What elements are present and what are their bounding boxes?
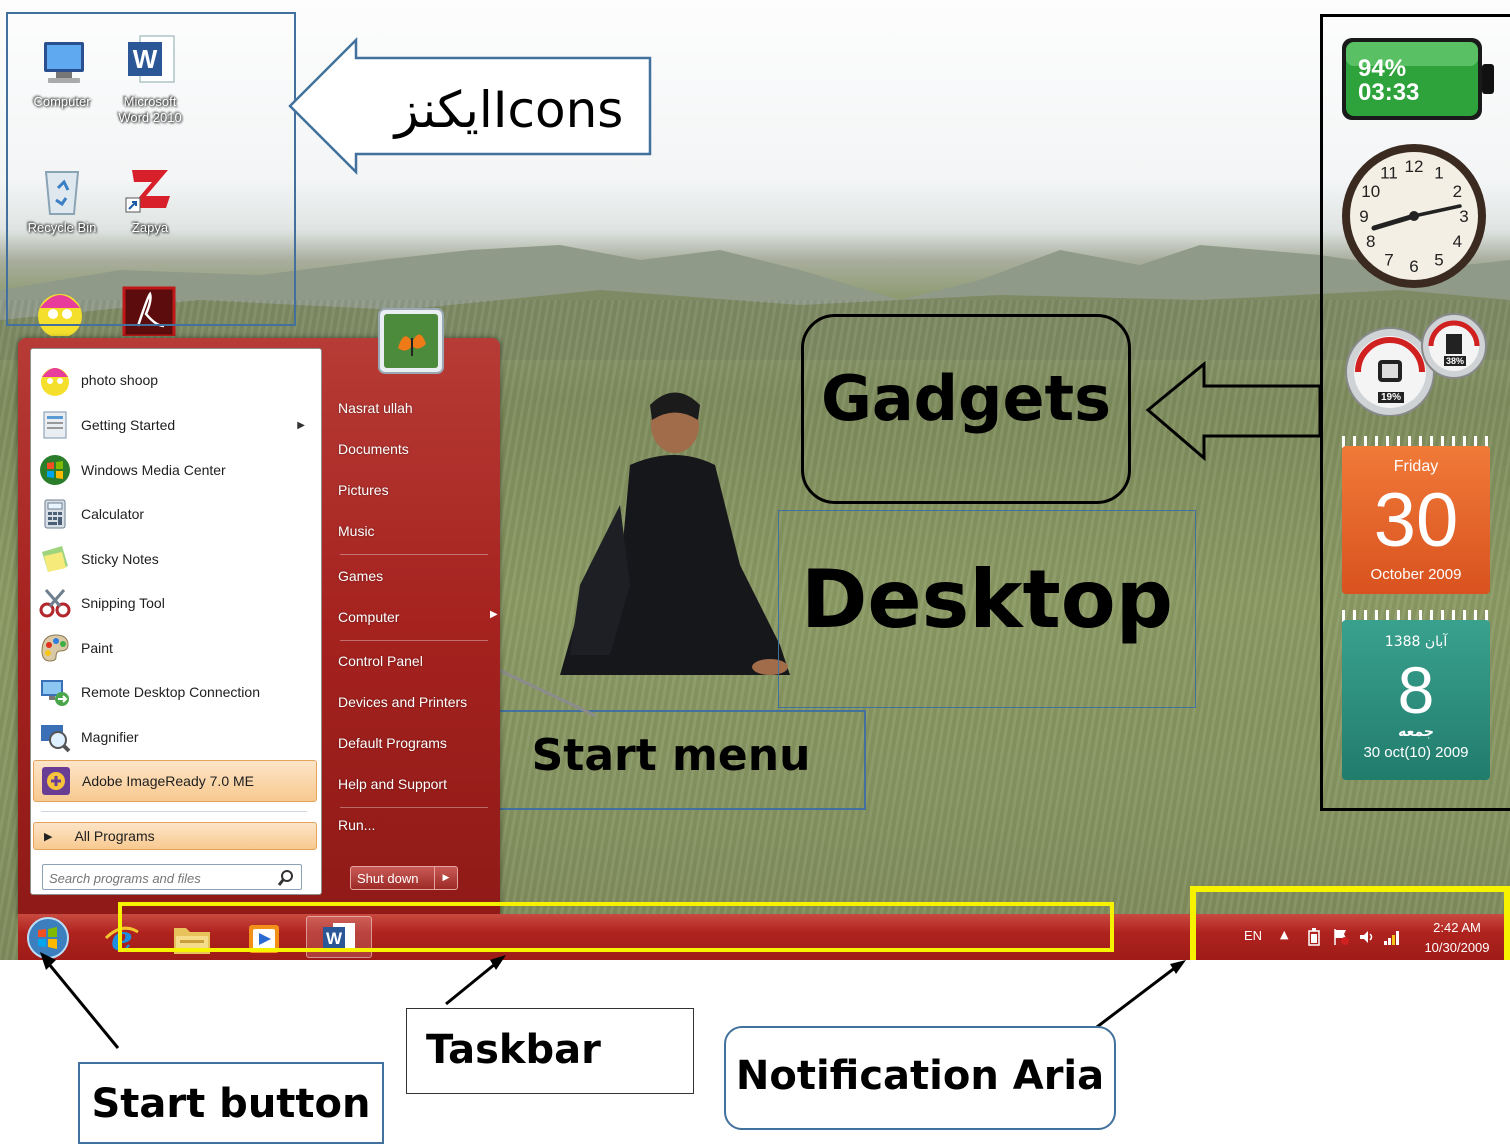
start-item-label: Magnifier xyxy=(81,729,139,745)
clock-numeral: 12 xyxy=(1405,157,1424,176)
magnifier-icon xyxy=(37,719,73,755)
user-picture-icon[interactable] xyxy=(378,308,444,374)
clock-numeral: 6 xyxy=(1409,257,1418,276)
start-item-label: Calculator xyxy=(81,506,145,522)
getting-started-icon xyxy=(37,407,73,443)
clock-numeral: 8 xyxy=(1366,232,1375,251)
search-icon[interactable] xyxy=(277,869,295,887)
icons-annotation-label: ایکنزIcons xyxy=(394,81,624,139)
calendar-day-name: Friday xyxy=(1393,458,1439,475)
clock-numeral: 3 xyxy=(1459,207,1468,226)
snipping-tool-icon xyxy=(37,585,73,621)
start-item-label: Getting Started xyxy=(81,417,176,433)
places-item-run[interactable]: Run... xyxy=(338,817,375,833)
desktop-annotation-label: Desktop xyxy=(801,553,1173,646)
start-item-label: photo shoop xyxy=(81,372,159,388)
start-item-label: Sticky Notes xyxy=(81,551,159,567)
start-item-photo-shoop[interactable]: photo shoop xyxy=(33,359,317,401)
start-search-input[interactable] xyxy=(47,867,275,889)
all-programs-arrow-icon: ▶ xyxy=(44,830,53,843)
start-menu-programs-pane: photo shoop Getting Started ▶ Windows Me… xyxy=(30,348,322,895)
start-menu-annotation-label: Start menu xyxy=(531,730,811,781)
places-item-documents[interactable]: Documents xyxy=(338,441,409,457)
clock-numeral: 2 xyxy=(1453,182,1462,201)
clock-numeral: 5 xyxy=(1434,250,1443,269)
start-item-windows-media-center[interactable]: Windows Media Center xyxy=(33,449,317,491)
shutdown-label: Shut down xyxy=(357,870,419,886)
calculator-icon xyxy=(37,496,73,532)
clock-gadget[interactable]: 12 12 3 45678 9 1011 xyxy=(1338,140,1490,292)
start-search-box[interactable] xyxy=(42,864,302,890)
clock-numeral: 10 xyxy=(1361,182,1380,201)
persian-calendar-year: 1388 آبان xyxy=(1384,634,1448,650)
start-item-adobe-imageready[interactable]: Adobe ImageReady 7.0 ME xyxy=(33,760,317,802)
persian-calendar-weekday: جمعه xyxy=(1398,724,1434,740)
ram-percent: 38% xyxy=(1444,356,1467,366)
battery-gadget[interactable]: 94% 03:33 xyxy=(1338,30,1498,126)
gadgets-arrow xyxy=(1145,360,1322,462)
computer-submenu-arrow-icon: ▶ xyxy=(490,609,498,620)
places-separator xyxy=(340,640,488,641)
start-menu-divider xyxy=(41,811,307,812)
persian-calendar-date: 30 oct(10) 2009 xyxy=(1363,744,1469,761)
cpu-percent: 19% xyxy=(1378,392,1405,403)
imageready-icon xyxy=(38,763,74,799)
shutdown-button[interactable]: Shut down ▶ xyxy=(350,866,458,890)
places-separator xyxy=(340,807,488,808)
start-menu-places-pane: Nasrat ullah Documents Pictures Music Ga… xyxy=(336,308,498,916)
notification-area-highlight-box xyxy=(1190,886,1510,960)
all-programs-label: All Programs xyxy=(74,828,155,844)
submenu-arrow-icon: ▶ xyxy=(297,419,305,431)
places-item-games[interactable]: Games xyxy=(338,568,383,584)
places-item-user[interactable]: Nasrat ullah xyxy=(338,400,413,416)
start-menu[interactable]: photo shoop Getting Started ▶ Windows Me… xyxy=(18,308,500,916)
clock-numeral: 7 xyxy=(1384,250,1393,269)
start-item-label: Paint xyxy=(81,640,113,656)
remote-desktop-icon xyxy=(37,674,73,710)
start-item-snipping-tool[interactable]: Snipping Tool xyxy=(33,582,317,624)
start-item-calculator[interactable]: Calculator xyxy=(33,493,317,535)
battery-time: 03:33 xyxy=(1358,79,1420,106)
clock-numeral: 4 xyxy=(1453,232,1462,251)
calendar-gadget[interactable]: Friday 30 October 2009 xyxy=(1342,436,1490,594)
start-item-magnifier[interactable]: Magnifier xyxy=(33,716,317,758)
start-item-getting-started[interactable]: Getting Started ▶ xyxy=(33,404,317,446)
media-center-icon xyxy=(37,452,73,488)
start-item-label: Adobe ImageReady 7.0 ME xyxy=(82,773,254,789)
start-button-annotation-label: Start button xyxy=(91,1081,371,1127)
calendar-month-year: October 2009 xyxy=(1370,566,1462,583)
notification-annotation-label: Notification Aria xyxy=(735,1053,1105,1099)
taskbar-annotation-label: Taskbar xyxy=(426,1027,601,1073)
places-item-help-support[interactable]: Help and Support xyxy=(338,776,447,792)
clock-numeral: 1 xyxy=(1434,164,1443,183)
places-item-music[interactable]: Music xyxy=(338,523,375,539)
calendar-day: 30 xyxy=(1373,478,1459,563)
sticky-notes-icon xyxy=(37,541,73,577)
cpu-meter-gadget[interactable]: 19% 38% xyxy=(1338,308,1494,416)
icons-annotation-box xyxy=(6,12,296,326)
clock-numeral: 9 xyxy=(1359,207,1368,226)
start-item-paint[interactable]: Paint xyxy=(33,627,317,669)
desktop[interactable]: Computer W Microsoft Word 2010 Recycle B… xyxy=(0,0,1510,960)
paint-icon xyxy=(37,630,73,666)
places-item-pictures[interactable]: Pictures xyxy=(338,482,389,498)
start-item-label: Snipping Tool xyxy=(81,595,165,611)
start-item-sticky-notes[interactable]: Sticky Notes xyxy=(33,538,317,580)
gadgets-annotation-label: Gadgets xyxy=(820,362,1112,435)
persian-calendar-day: 8 xyxy=(1397,653,1435,727)
all-programs-button[interactable]: ▶ All Programs xyxy=(33,822,317,850)
persian-calendar-gadget[interactable]: 1388 آبان 8 جمعه 30 oct(10) 2009 xyxy=(1342,610,1490,780)
start-item-remote-desktop[interactable]: Remote Desktop Connection xyxy=(33,671,317,713)
smiley-icon xyxy=(37,362,73,398)
clock-numeral: 11 xyxy=(1380,164,1398,183)
start-item-label: Windows Media Center xyxy=(81,462,226,478)
places-item-devices-printers[interactable]: Devices and Printers xyxy=(338,694,467,710)
places-item-control-panel[interactable]: Control Panel xyxy=(338,653,423,669)
places-item-computer[interactable]: Computer xyxy=(338,609,399,625)
start-item-label: Remote Desktop Connection xyxy=(81,684,260,700)
places-item-default-programs[interactable]: Default Programs xyxy=(338,735,447,751)
places-separator xyxy=(340,554,488,555)
shutdown-options-arrow-icon[interactable]: ▶ xyxy=(434,867,457,889)
